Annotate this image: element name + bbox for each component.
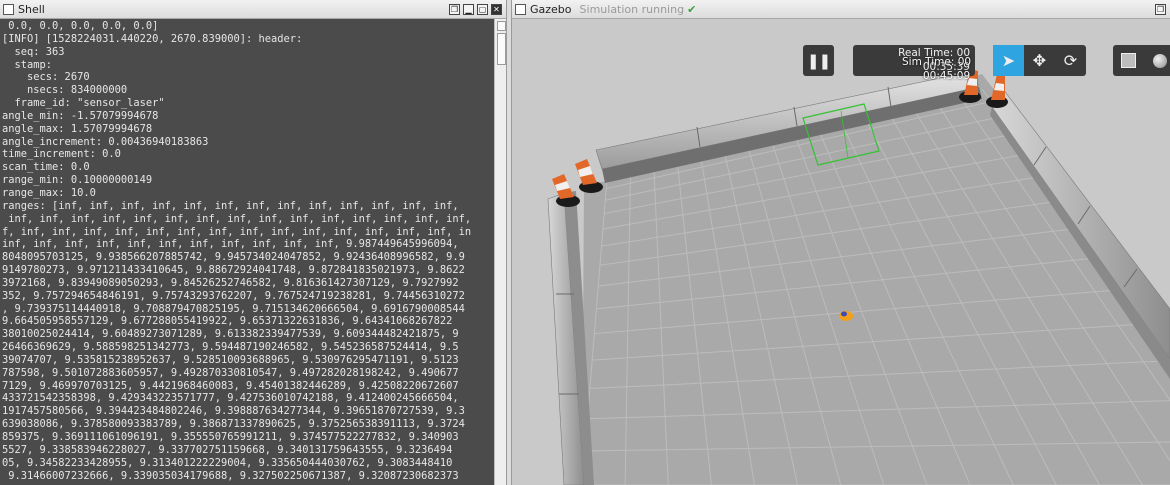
translate-icon: ✥ (1032, 51, 1047, 70)
terminal-line: 9.664505958557129, 9.677288055419922, 9.… (2, 315, 453, 328)
robot-model (839, 311, 853, 321)
sphere-icon (1152, 53, 1167, 68)
terminal-line: inf, inf, inf, inf, inf, inf, inf, inf, … (2, 238, 459, 251)
playback-toolbar: ❚❚ (803, 45, 834, 76)
terminal-icon (3, 3, 14, 15)
simulation-status: Simulation running (579, 2, 685, 16)
terminal-output[interactable]: 0.0, 0.0, 0.0, 0.0, 0.0] [INFO] [15282240… (0, 19, 494, 485)
scroll-thumb[interactable] (497, 33, 506, 65)
terminal-line: f, inf, inf, inf, inf, inf, inf, inf, in… (2, 225, 472, 238)
terminal-line: 9.31466007232666, 9.339035034179688, 9.3… (2, 469, 459, 482)
shell-title: Shell (18, 2, 45, 16)
minimize-icon[interactable]: ▁ (463, 3, 474, 15)
terminal-line: scan_time: 0.0 (2, 161, 90, 174)
terminal-line: angle_max: 1.57079994678 (2, 122, 153, 135)
terminal-line: 1917457580566, 9.394423484802246, 9.3988… (2, 405, 465, 418)
terminal-line: range_max: 10.0 (2, 186, 96, 199)
terminal-line: 05, 9.34582233428955, 9.313401222229004,… (2, 456, 453, 469)
terminal-line: 859375, 9.369111061096191, 9.35555076599… (2, 431, 459, 443)
restore-icon[interactable]: ❐ (1155, 3, 1166, 15)
vertical-scrollbar[interactable] (494, 19, 506, 485)
terminal-line: stamp: (2, 58, 53, 71)
terminal-line: 787598, 9.501072883605957, 9.49287033081… (2, 366, 459, 379)
select-mode-button[interactable]: ➤ (993, 45, 1024, 76)
scroll-up-arrow[interactable] (497, 21, 506, 31)
gazebo-titlebar[interactable]: Gazebo Simulation running ✔ ❐ (512, 0, 1170, 19)
manipulation-toolbar: ➤ ✥ ⟳ (993, 45, 1086, 76)
terminal-line: 8048095703125, 9.938566207885742, 9.9457… (2, 251, 465, 264)
terminal-line: 5527, 9.338583946228027, 9.3377027511596… (2, 443, 453, 456)
terminal-line: angle_increment: 0.00436940183863 (2, 135, 209, 148)
rotate-icon: ⟳ (1063, 51, 1078, 70)
terminal-line: 7129, 9.469970703125, 9.4421968460083, 9… (2, 379, 459, 392)
box-icon (1121, 53, 1136, 68)
shell-window[interactable]: Shell ❐ ▁ ▢ ✕ 0.0, 0.0, 0.0, 0.0, 0.0] [I… (0, 0, 506, 485)
terminal-line: inf, inf, inf, inf, inf, inf, inf, inf, … (2, 212, 472, 225)
pause-icon: ❚❚ (806, 51, 831, 70)
gazebo-app-icon (515, 3, 526, 15)
maximize-icon[interactable]: ▢ (477, 3, 488, 15)
terminal-line: , 9.739375114440918, 9.708879470825195, … (2, 302, 465, 315)
terminal-line: 43372154235839​8, 9.429343223571777, 9.4… (2, 392, 459, 405)
terminal-line: frame_id: "sensor_laser" (2, 97, 165, 110)
select-arrow-icon: ➤ (1001, 51, 1016, 70)
terminal-line: 26466369629, 9.588598251342773, 9.594487… (2, 341, 459, 354)
gazebo-title: Gazebo (530, 2, 572, 16)
terminal-line: nsecs: 834000000 (2, 84, 128, 97)
terminal-line: 3972168, 9.83949089050293, 9.84526252746… (2, 276, 459, 289)
shapes-toolbar (1113, 45, 1170, 76)
terminal-line: 39074707, 9.535815238952637, 9.528510093… (2, 353, 459, 366)
terminal-line: 0.0, 0.0, 0.0, 0.0, 0.0] (2, 20, 159, 32)
terminal-line: 9149780273, 9.971211433410645, 9.8867292… (2, 264, 465, 277)
restore-icon[interactable]: ❐ (449, 3, 460, 15)
translate-mode-button[interactable]: ✥ (1024, 45, 1055, 76)
insert-sphere-button[interactable] (1144, 45, 1170, 76)
scene-render[interactable] (512, 19, 1170, 485)
insert-box-button[interactable] (1113, 45, 1144, 76)
close-icon[interactable]: ✕ (491, 3, 502, 15)
terminal-line: 352, 9.757294654846191, 9.75743293762207… (2, 289, 465, 302)
gazebo-window[interactable]: Gazebo Simulation running ✔ ❐ ❚❚ Real Ti… (512, 0, 1170, 485)
terminal-line: 639038086, 9.378580093383789, 9.38687133… (2, 418, 465, 431)
terminal-line: 38010025024414, 9.60489273071289, 9.6133… (2, 328, 459, 341)
rotate-mode-button[interactable]: ⟳ (1055, 45, 1086, 76)
check-icon: ✔ (687, 2, 697, 16)
terminal-line: [INFO] [1528224031.440220, 2670.839000]:… (2, 32, 303, 45)
terminal-line: angle_min: -1.57079994678 (2, 109, 159, 122)
pause-button[interactable]: ❚❚ (803, 45, 834, 76)
terminal-line: time_increment: 0.0 (2, 148, 121, 161)
terminal-line: ranges: [inf, inf, inf, inf, inf, inf, i… (2, 199, 459, 212)
terminal-line: secs: 2670 (2, 71, 90, 84)
3d-viewport[interactable]: ❚❚ Real Time: 00 00:35:39 Sim Time: 00 0… (512, 19, 1170, 485)
shell-titlebar[interactable]: Shell ❐ ▁ ▢ ✕ (0, 0, 506, 19)
terminal-line: seq: 363 (2, 45, 65, 58)
terminal-line: range_min: 0.10000000149 (2, 174, 153, 187)
